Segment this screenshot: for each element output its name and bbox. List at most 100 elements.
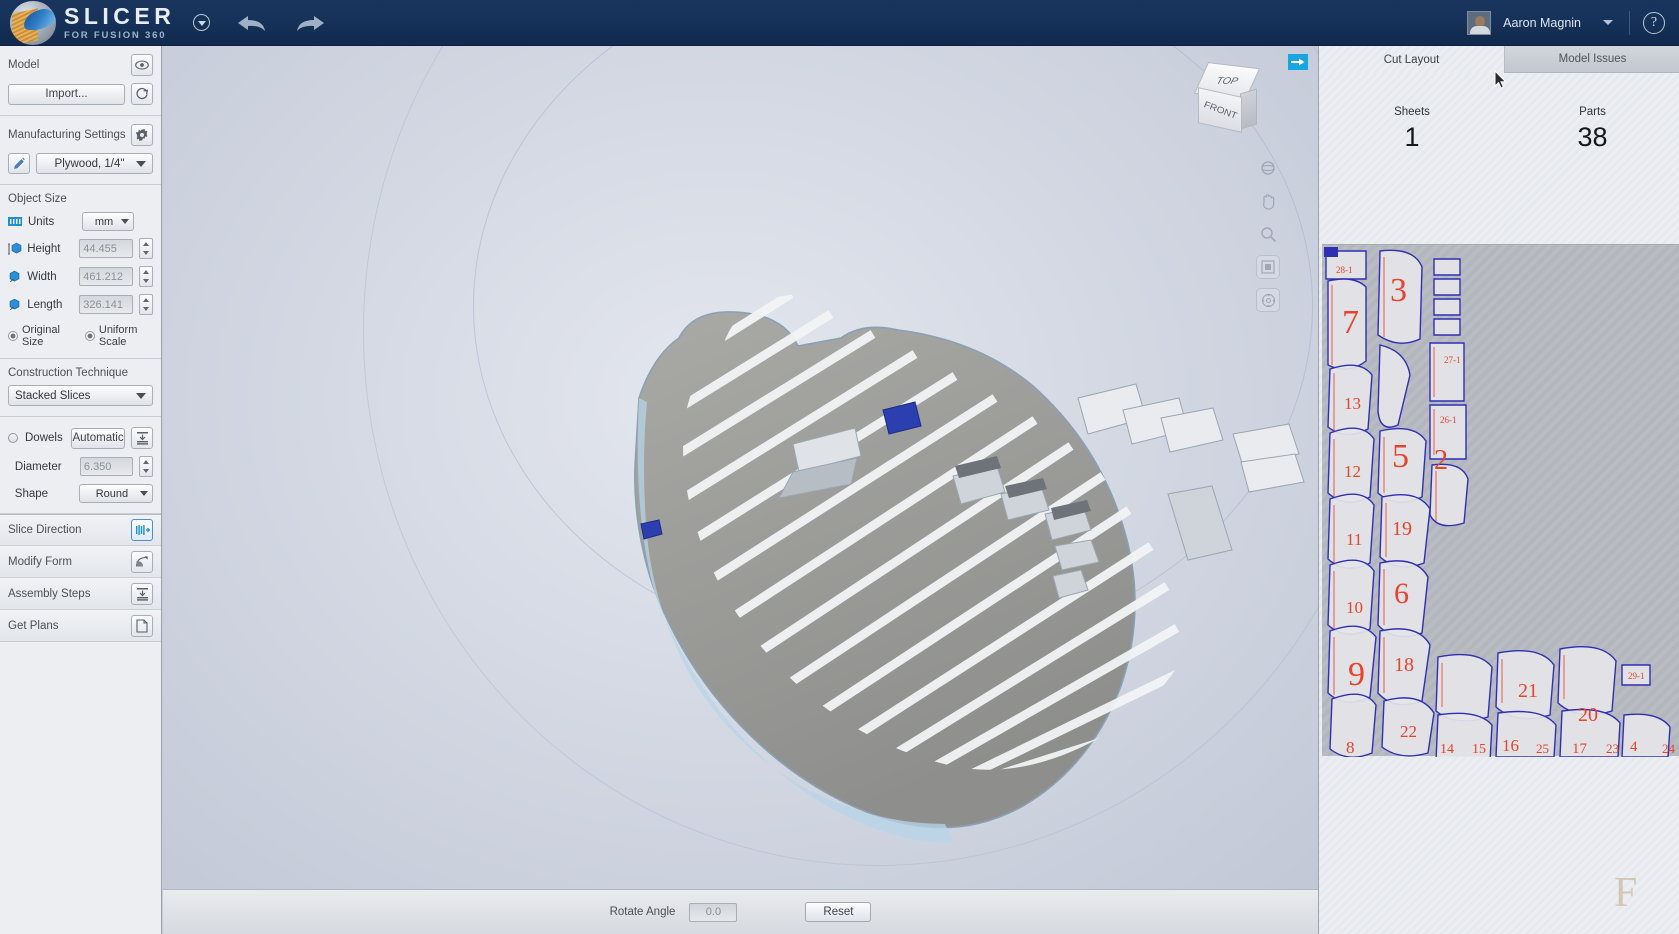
part-number: 26-1 [1440, 415, 1457, 425]
reset-button[interactable]: Reset [805, 902, 871, 922]
rotate-angle-label: Rotate Angle [610, 906, 676, 918]
width-label: Width [27, 271, 79, 283]
caret-down-icon[interactable] [1603, 20, 1613, 25]
cut-sheet[interactable]: 7 13 12 11 10 9 3 5 19 6 18 22 2 27-1 [1322, 244, 1679, 756]
height-stepper[interactable] [139, 238, 153, 259]
length-field[interactable]: 326.141 [79, 295, 133, 314]
bottom-toolbar: Rotate Angle 0.0 Reset [163, 889, 1318, 934]
pan-hand-icon[interactable] [1256, 189, 1280, 213]
slicer-logo-icon [0, 0, 58, 46]
cut-layout-area[interactable]: 7 13 12 11 10 9 3 5 19 6 18 22 2 27-1 [1319, 244, 1679, 934]
redo-arrow-icon[interactable] [294, 10, 326, 36]
left-sidebar: Model Import... Manufacturing Settings [0, 46, 162, 934]
tab-cut-layout[interactable]: Cut Layout [1319, 46, 1505, 73]
part-number: 29-1 [1628, 671, 1645, 681]
width-row: Width 461.212 [8, 266, 153, 287]
undo-arrow-icon[interactable] [236, 10, 268, 36]
import-button[interactable]: Import... [8, 84, 125, 105]
stat-sheets: Sheets 1 [1319, 106, 1505, 153]
sidebar-item-get-plans[interactable]: Get Plans [0, 610, 161, 642]
shape-row: Shape Round [8, 484, 153, 503]
part-number: 17 [1572, 741, 1588, 757]
uniform-scale-label: Uniform Scale [99, 324, 153, 348]
material-select[interactable]: Plywood, 1/4" [36, 153, 153, 174]
model-section-title: Model [8, 59, 39, 71]
navigation-toolbar [1252, 156, 1284, 312]
diameter-field[interactable]: 6.350 [80, 457, 133, 476]
avatar [1467, 11, 1491, 35]
chevron-down-icon [136, 161, 146, 167]
part-number: 25 [1536, 741, 1549, 756]
sidebar-item-assembly-steps[interactable]: Assembly Steps [0, 578, 161, 610]
fit-to-window-icon[interactable] [1256, 255, 1280, 279]
tab-model-issues[interactable]: Model Issues [1505, 46, 1679, 73]
diameter-stepper[interactable] [139, 456, 153, 477]
units-value: mm [87, 216, 121, 228]
length-label: Length [27, 299, 79, 311]
orbit-icon[interactable] [1256, 156, 1280, 180]
pencil-icon[interactable] [8, 153, 30, 174]
slice-direction-icon[interactable] [131, 519, 153, 541]
eye-icon[interactable] [131, 54, 153, 76]
refresh-icon[interactable] [131, 83, 153, 105]
shape-select[interactable]: Round [79, 484, 153, 503]
part-number: 5 [1392, 438, 1409, 475]
width-stepper[interactable] [139, 266, 153, 287]
sliced-model [163, 46, 1318, 889]
get-plans-icon[interactable] [131, 615, 153, 637]
part-number: 23 [1606, 741, 1619, 756]
construction-technique-select[interactable]: Stacked Slices [8, 385, 153, 406]
construction-value: Stacked Slices [15, 390, 136, 402]
units-select[interactable]: mm [82, 212, 134, 231]
slicer-app-window: SLICER FOR FUSION 360 Aaron Magnin ? Mod… [0, 0, 1679, 934]
part-number: 6 [1394, 577, 1409, 610]
width-field[interactable]: 461.212 [79, 267, 133, 286]
object-size-title: Object Size [8, 193, 153, 205]
original-size-radio[interactable] [8, 331, 18, 341]
sidebar-item-slice-direction[interactable]: Slice Direction [0, 514, 161, 546]
part-number: 21 [1518, 680, 1538, 702]
part-number: 15 [1472, 742, 1486, 757]
rotate-angle-input[interactable]: 0.0 [689, 903, 737, 922]
part-number: 3 [1390, 272, 1407, 309]
view-cube-front-label: FRONT [1203, 99, 1237, 122]
material-value: Plywood, 1/4" [43, 158, 136, 170]
user-account-area[interactable]: Aaron Magnin ? [1467, 11, 1679, 35]
dowels-toggle[interactable] [8, 433, 18, 443]
units-row: Units mm [8, 212, 153, 231]
object-size-section: Object Size Units mm Height 44.455 [0, 185, 161, 359]
sidebar-item-modify-form[interactable]: Modify Form [0, 546, 161, 578]
fusion-f-logo-icon: F [1614, 872, 1658, 918]
orbit-free-icon[interactable] [1256, 288, 1280, 312]
chevron-down-icon [140, 491, 148, 496]
part-number: 7 [1342, 304, 1359, 341]
gear-icon[interactable] [131, 124, 153, 146]
chevron-down-icon [136, 393, 146, 399]
stat-label: Parts [1505, 106, 1679, 118]
height-row: Height 44.455 [8, 238, 153, 259]
height-label: Height [27, 243, 79, 255]
help-circle-icon[interactable]: ? [1643, 12, 1665, 34]
part-number: 8 [1346, 738, 1355, 757]
3d-viewport[interactable]: TOP FRONT [163, 46, 1318, 889]
length-stepper[interactable] [139, 294, 153, 315]
part-number: 10 [1346, 598, 1363, 617]
manufacturing-title: Manufacturing Settings [8, 129, 126, 141]
expand-arrow-right-icon[interactable] [1288, 54, 1308, 70]
sheet-origin-marker [1324, 247, 1338, 257]
stats-parts-panel: Parts 38 [1505, 73, 1679, 244]
view-cube[interactable]: TOP FRONT [1198, 64, 1264, 138]
assembly-steps-icon[interactable] [131, 583, 153, 605]
dowel-align-icon[interactable] [131, 427, 153, 449]
length-row: Length 326.141 [8, 294, 153, 315]
part-number: 22 [1400, 722, 1417, 741]
dowels-mode-button[interactable]: Automatic [71, 428, 125, 449]
part-number: 13 [1344, 394, 1361, 413]
modify-form-icon[interactable] [131, 551, 153, 573]
height-field[interactable]: 44.455 [79, 239, 133, 258]
chevron-down-circle-icon[interactable] [193, 14, 210, 31]
uniform-scale-radio[interactable] [85, 331, 95, 341]
zoom-magnifier-icon[interactable] [1256, 222, 1280, 246]
view-cube-right-face[interactable] [1240, 88, 1257, 129]
width-cube-icon [8, 269, 27, 285]
